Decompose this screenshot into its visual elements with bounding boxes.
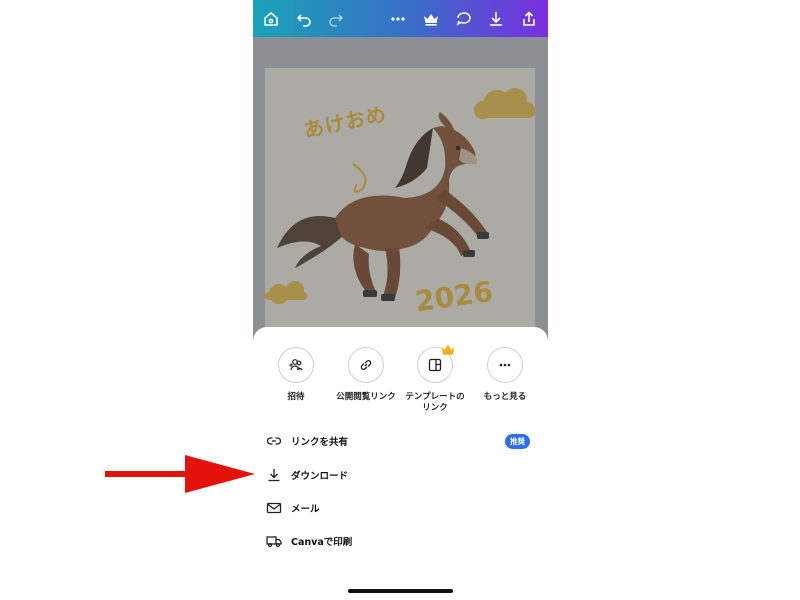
download-row[interactable]: ダウンロード [265, 464, 530, 486]
template-link-action[interactable]: テンプレートの リンク [400, 344, 470, 414]
action-label: 招待 [287, 392, 305, 402]
download-icon [265, 466, 283, 484]
print-label: Canvaで印刷 [291, 537, 353, 548]
pro-crown-icon [441, 344, 455, 355]
public-link-action[interactable]: 公開閲覧リンク [331, 347, 401, 403]
home-icon[interactable] [262, 10, 280, 28]
download-icon[interactable] [487, 10, 505, 28]
download-label: ダウンロード [291, 471, 349, 482]
comment-icon[interactable] [455, 10, 473, 28]
template-icon [417, 344, 455, 383]
email-label: メール [291, 504, 320, 515]
share-upload-icon[interactable] [520, 10, 538, 28]
recommended-badge: 推奨 [505, 433, 530, 449]
modal-overlay[interactable] [265, 68, 535, 358]
phone-screen: あけおめ 2026 招待 公開閲覧リンク テンプレートの リンク もっと見る リ… [253, 0, 548, 600]
invite-people-icon [278, 347, 314, 383]
annotation-arrow-icon [105, 455, 255, 493]
mail-icon [265, 499, 283, 517]
crown-icon[interactable] [422, 10, 440, 28]
home-indicator [348, 589, 453, 593]
action-label: 公開閲覧リンク [336, 392, 396, 402]
more-options-icon[interactable] [389, 10, 407, 28]
share-link-label: リンクを共有 [291, 437, 349, 448]
action-label: テンプレートの リンク [405, 392, 465, 413]
more-action[interactable]: もっと見る [470, 347, 540, 403]
undo-icon[interactable] [295, 10, 313, 28]
redo-icon[interactable] [327, 10, 345, 28]
share-sheet: 招待 公開閲覧リンク テンプレートの リンク もっと見る リンクを共有 推奨 ダ… [253, 327, 548, 600]
design-preview[interactable]: あけおめ 2026 [265, 68, 535, 358]
print-row[interactable]: Canvaで印刷 [265, 530, 530, 552]
more-icon [487, 347, 523, 383]
truck-icon [265, 532, 283, 550]
editor-toolbar [253, 0, 548, 37]
link-icon [348, 347, 384, 383]
action-label: もっと見る [483, 392, 527, 402]
invite-action[interactable]: 招待 [261, 347, 331, 403]
link-icon [265, 432, 283, 450]
share-link-row[interactable]: リンクを共有 推奨 [265, 430, 530, 452]
email-row[interactable]: メール [265, 497, 530, 519]
